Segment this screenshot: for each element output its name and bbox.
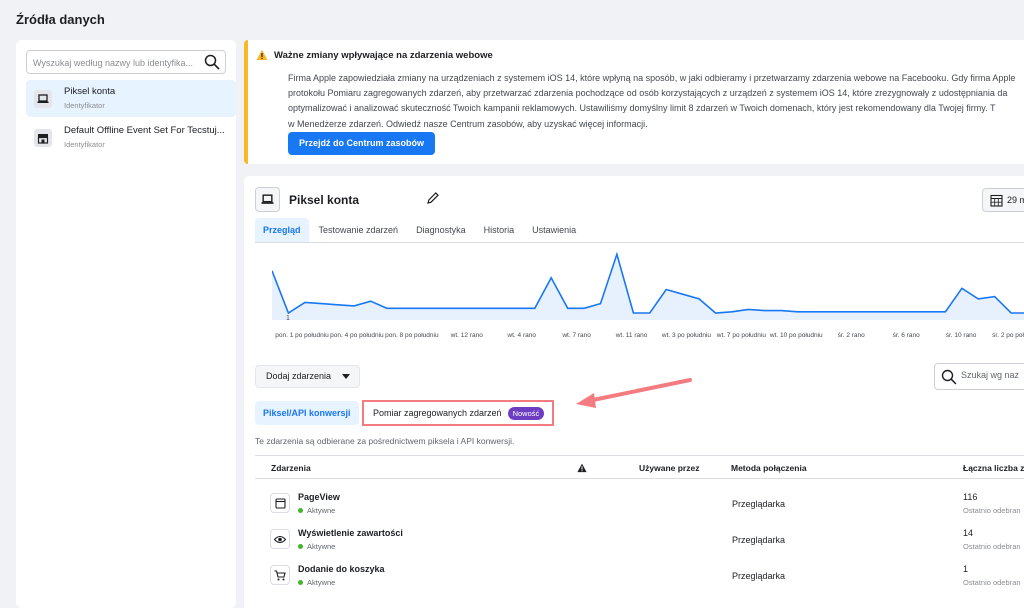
status-dot [298, 544, 303, 549]
x-axis-tick: śr. 6 rano [892, 332, 920, 339]
source-item-offline-event-set[interactable]: Default Offline Event Set For Tecstuj...… [26, 119, 236, 156]
tab-history[interactable]: Historia [476, 218, 523, 242]
event-status: Aktywne [298, 578, 335, 587]
search-icon [941, 369, 957, 385]
source-item-subtitle: Identyfikator [64, 101, 105, 110]
x-axis-tick: śr. 2 rano [837, 332, 865, 339]
warning-icon[interactable] [577, 463, 587, 473]
event-last-received: Ostatnio odebran [963, 542, 1021, 551]
tab-overview[interactable]: Przegląd [255, 218, 309, 242]
new-badge: Nowość [507, 406, 545, 420]
page-title: Źródła danych [16, 12, 105, 27]
pencil-icon[interactable] [426, 191, 440, 205]
event-status-label: Aktywne [307, 578, 336, 587]
x-axis-tick: wt. 10 po południu [769, 332, 823, 339]
notice-line: w Menedżerze zdarzeń. Odwiedź nasze Cent… [288, 118, 648, 129]
search-icon[interactable] [204, 54, 220, 70]
source-item-subtitle: Identyfikator [64, 140, 105, 149]
event-name: PageView [298, 492, 340, 502]
tab-settings[interactable]: Ustawienia [524, 218, 584, 242]
calendar-icon [990, 194, 1003, 207]
event-name: Wyświetlenie zawartości [298, 528, 403, 538]
event-name: Dodanie do koszyka [298, 564, 385, 574]
tab-pixel-conversions-api[interactable]: Piksel/API konwersji [255, 401, 359, 425]
table-row[interactable]: Wyświetlenie zawartości Aktywne Przegląd… [255, 522, 1024, 558]
chart-area-fill [272, 254, 1024, 320]
laptop-icon [34, 90, 52, 108]
event-count: 116 [963, 492, 978, 502]
x-axis-tick: wt. 11 rano [615, 332, 648, 339]
tab-aggregated-event-measurement[interactable]: Pomiar zagregowanych zdarzeń Nowość [362, 400, 555, 426]
source-item-account-pixel[interactable]: Piksel konta Identyfikator [26, 80, 236, 117]
event-count: 14 [963, 528, 974, 538]
x-axis-tick: wt. 3 po południu [661, 332, 712, 339]
resource-center-button[interactable]: Przejdź do Centrum zasobów [288, 132, 436, 155]
event-status-label: Aktywne [307, 506, 336, 515]
table-row[interactable]: PageView Aktywne Przeglądarka 116 Ostatn… [255, 486, 1024, 522]
tab-diagnostics[interactable]: Diagnostyka [408, 218, 474, 242]
date-range-label: 29 m [1007, 195, 1024, 205]
ios14-notice-banner: Ważne zmiany wpływające na zdarzenia web… [244, 40, 1024, 164]
event-count: 1 [963, 564, 969, 574]
annotation-arrow [576, 378, 692, 408]
event-last-received: Ostatnio odebran [963, 506, 1021, 515]
tabs-divider [255, 242, 1024, 243]
date-range-button[interactable]: 29 m [982, 188, 1024, 212]
pixel-overview-panel: Piksel konta 29 m Przegląd Testowanie zd… [244, 176, 1024, 608]
notice-line: Firma Apple zapowiedziała zmiany na urzą… [288, 73, 1016, 83]
add-events-label: Dodaj zdarzenia [266, 371, 332, 381]
caret-down-icon [342, 374, 351, 379]
status-dot [298, 580, 303, 585]
event-method: Przeglądarka [732, 499, 786, 509]
data-sources-sidebar: Piksel konta Identyfikator Default Offli… [16, 40, 236, 608]
notice-body: Firma Apple zapowiedziała zmiany na urzą… [288, 71, 1024, 132]
column-header-used-by[interactable]: Używane przez [639, 463, 699, 473]
x-axis-tick: śr. 10 rano [945, 332, 977, 339]
pixel-name: Piksel konta [289, 193, 360, 207]
event-search-box[interactable] [934, 363, 1024, 390]
table-row[interactable]: Dodanie do koszyka Aktywne Przeglądarka … [255, 558, 1024, 594]
source-search-box[interactable] [26, 50, 226, 74]
notice-line: protokołu Pomiaru zagregowanych zdarzeń,… [288, 88, 1008, 99]
event-method: Przeglądarka [732, 571, 786, 581]
event-search-input[interactable] [961, 370, 1024, 380]
y-axis-tick: 1 [286, 315, 290, 322]
browser-window-icon [270, 493, 290, 513]
source-item-name: Piksel konta [64, 86, 116, 97]
column-header-events[interactable]: Zdarzenia [271, 463, 311, 473]
notice-line: optymalizować i analizować skuteczność T… [288, 103, 996, 114]
source-item-name: Default Offline Event Set For Tecstuj... [64, 125, 225, 136]
warning-icon [256, 49, 268, 60]
notice-title: Ważne zmiany wpływające na zdarzenia web… [274, 50, 493, 61]
eye-icon [270, 529, 290, 549]
tab-test-events[interactable]: Testowanie zdarzeń [311, 218, 407, 242]
x-axis-tick: pon. 4 po południu [330, 332, 384, 339]
events-table-header: Zdarzenia Używane przez Metoda połączeni… [255, 455, 1024, 479]
event-status: Aktywne [298, 506, 335, 515]
column-header-connection-method[interactable]: Metoda połączenia [731, 463, 807, 473]
x-axis-tick: wt. 7 rano [562, 332, 591, 339]
event-status: Aktywne [298, 542, 335, 551]
aggregated-tab-label: Pomiar zagregowanych zdarzeń [373, 408, 502, 418]
chart-series-line [272, 251, 1024, 315]
event-status-label: Aktywne [307, 542, 336, 551]
x-axis-tick: śr. 2 po południu [992, 332, 1024, 339]
add-events-dropdown[interactable]: Dodaj zdarzenia [255, 365, 361, 388]
x-axis-tick: wt. 4 rano [507, 332, 536, 339]
x-axis-tick: pon. 1 po południu [275, 332, 329, 339]
source-search-input[interactable] [33, 55, 197, 70]
event-method: Przeglądarka [732, 535, 786, 545]
x-axis-tick: pon. 8 po południu [385, 332, 439, 339]
cart-icon [270, 565, 290, 585]
status-dot [298, 508, 303, 513]
pixel-tabs: Przegląd Testowanie zdarzeń Diagnostyka … [255, 218, 586, 242]
column-header-total-count[interactable]: Łączna liczba z [963, 463, 1024, 473]
x-axis-tick: wt. 12 rano [450, 332, 483, 339]
event-last-received: Ostatnio odebran [963, 578, 1021, 587]
events-description: Te zdarzenia są odbierane za pośrednictw… [255, 436, 515, 446]
x-axis-tick: wt. 7 po południu [716, 332, 766, 339]
store-icon [34, 129, 52, 147]
laptop-icon [255, 187, 280, 212]
